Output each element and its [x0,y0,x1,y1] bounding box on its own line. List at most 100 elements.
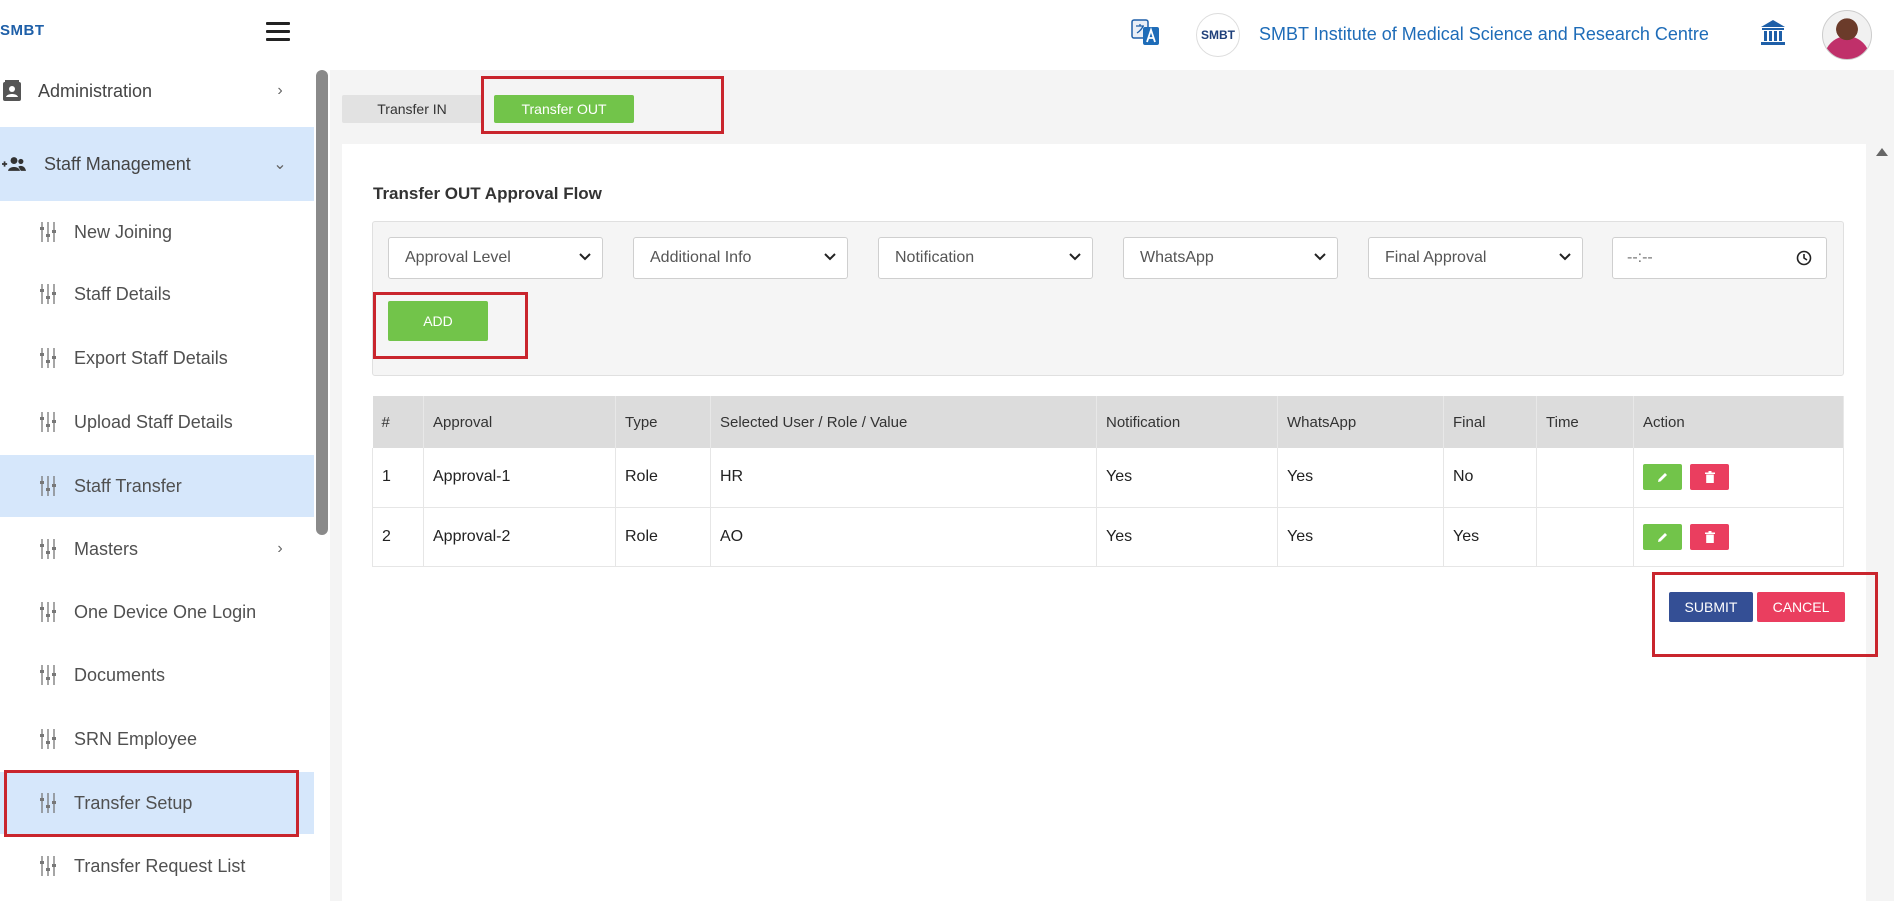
sidebar-item-label: Transfer Request List [74,855,246,876]
sliders-icon [36,854,60,878]
approval-level-select[interactable]: Approval Level [388,237,603,279]
sidebar-item-documents[interactable]: Documents [0,644,314,706]
column-header: # [372,396,424,448]
delete-button[interactable] [1690,523,1729,550]
column-header: Notification [1096,396,1278,448]
sidebar-item-new-joining[interactable]: New Joining [0,201,314,263]
select-value: Additional Info [650,249,752,266]
sidebar-item-label: Staff Transfer [74,475,182,496]
sidebar-item-label: One Device One Login [74,601,257,622]
column-header: Approval [423,396,616,448]
table-row: 1 Approval-1 Role HR Yes Yes No [372,448,1844,508]
table-row: 2 Approval-2 Role AO Yes Yes Yes [372,507,1844,567]
chevron-right-icon: › [277,82,283,99]
cell-approval: Approval-2 [423,507,616,567]
sidebar-scrollbar[interactable] [316,70,328,535]
sidebar-item-label: Staff Management [44,153,191,174]
sidebar-item-export-staff-details[interactable]: Export Staff Details [0,327,314,389]
sidebar-item-label: SRN Employee [74,728,198,749]
sliders-icon [36,791,60,815]
sidebar-item-label: Transfer Setup [74,792,193,813]
sliders-icon [36,220,60,244]
column-header: Action [1633,396,1844,448]
contact-card-icon [0,79,24,103]
sidebar-item-label: Administration [38,80,153,101]
tab-transfer-out[interactable]: Transfer OUT [494,95,634,123]
sliders-icon [36,410,60,434]
edit-button[interactable] [1643,523,1682,550]
select-value: Final Approval [1385,249,1487,266]
cell-time [1536,507,1634,567]
table-header-row: # Approval Type Selected User / Role / V… [372,396,1844,448]
chevron-down-icon [1314,253,1326,261]
add-button[interactable]: ADD [388,301,488,341]
app-logo[interactable]: SMBT [0,22,45,39]
sidebar-item-label: Upload Staff Details [74,411,233,432]
sidebar-item-one-device-one-login[interactable]: One Device One Login [0,581,314,643]
scroll-up-arrow-icon[interactable] [1876,148,1888,156]
chevron-down-icon [1069,253,1081,261]
sidebar-item-staff-management[interactable]: Staff Management ⌄ [0,127,314,201]
chevron-down-icon: ⌄ [273,156,287,173]
cell-time [1536,448,1634,508]
add-group-icon [2,152,26,176]
sidebar-item-staff-transfer[interactable]: Staff Transfer [0,455,314,517]
pencil-icon [1657,473,1667,483]
translate-icon[interactable] [1130,17,1162,49]
sidebar-item-upload-staff-details[interactable]: Upload Staff Details [0,391,314,453]
cell-action [1633,507,1844,567]
institute-name: SMBT Institute of Medical Science and Re… [1259,24,1709,44]
trash-icon [1704,530,1715,543]
hamburger-menu-icon[interactable] [266,22,290,42]
sidebar-item-transfer-request-list[interactable]: Transfer Request List [0,835,314,897]
cell-type: Role [615,507,711,567]
sidebar-item-label: New Joining [74,221,173,242]
final-approval-select[interactable]: Final Approval [1368,237,1583,279]
sliders-icon [36,537,60,561]
chevron-down-icon [824,253,836,261]
sidebar-item-transfer-setup[interactable]: Transfer Setup [0,772,314,834]
sidebar-item-staff-details[interactable]: Staff Details [0,263,314,325]
pencil-icon [1657,532,1667,542]
submit-button[interactable]: SUBMIT [1669,592,1753,622]
chevron-down-icon [1559,253,1571,261]
column-header: Final [1443,396,1537,448]
cell-action [1633,448,1844,508]
cell-notification: Yes [1096,507,1278,567]
sliders-icon [36,600,60,624]
column-header: WhatsApp [1277,396,1444,448]
trash-icon [1704,471,1715,484]
cell-notification: Yes [1096,448,1278,508]
tab-transfer-in[interactable]: Transfer IN [342,95,482,123]
approval-table: # Approval Type Selected User / Role / V… [372,396,1844,567]
cell-final: No [1443,448,1537,508]
cancel-button[interactable]: CANCEL [1757,592,1845,622]
sidebar-item-masters[interactable]: Masters › [0,518,314,580]
notification-select[interactable]: Notification [878,237,1093,279]
sliders-icon [36,282,60,306]
whatsapp-select[interactable]: WhatsApp [1123,237,1338,279]
column-header: Selected User / Role / Value [710,396,1097,448]
cell-num: 2 [372,507,424,567]
sliders-icon [36,474,60,498]
column-header: Time [1536,396,1634,448]
sidebar-item-srn-employee[interactable]: SRN Employee [0,708,314,770]
page-title: Transfer OUT Approval Flow [373,184,602,203]
sliders-icon [36,727,60,751]
cell-num: 1 [372,448,424,508]
clock-icon[interactable] [1796,250,1812,266]
institution-building-icon[interactable] [1758,17,1788,47]
additional-info-select[interactable]: Additional Info [633,237,848,279]
sidebar-item-administration[interactable]: Administration › [0,56,314,126]
user-avatar[interactable] [1822,10,1872,60]
sidebar-item-label: Documents [74,664,166,685]
delete-button[interactable] [1690,464,1729,491]
sliders-icon [36,663,60,687]
cell-whatsapp: Yes [1277,507,1444,567]
cell-whatsapp: Yes [1277,448,1444,508]
cell-value: HR [710,448,1097,508]
edit-button[interactable] [1643,464,1682,491]
time-input[interactable]: --:-- [1612,237,1827,279]
sliders-icon [36,346,60,370]
select-value: Notification [895,249,975,266]
